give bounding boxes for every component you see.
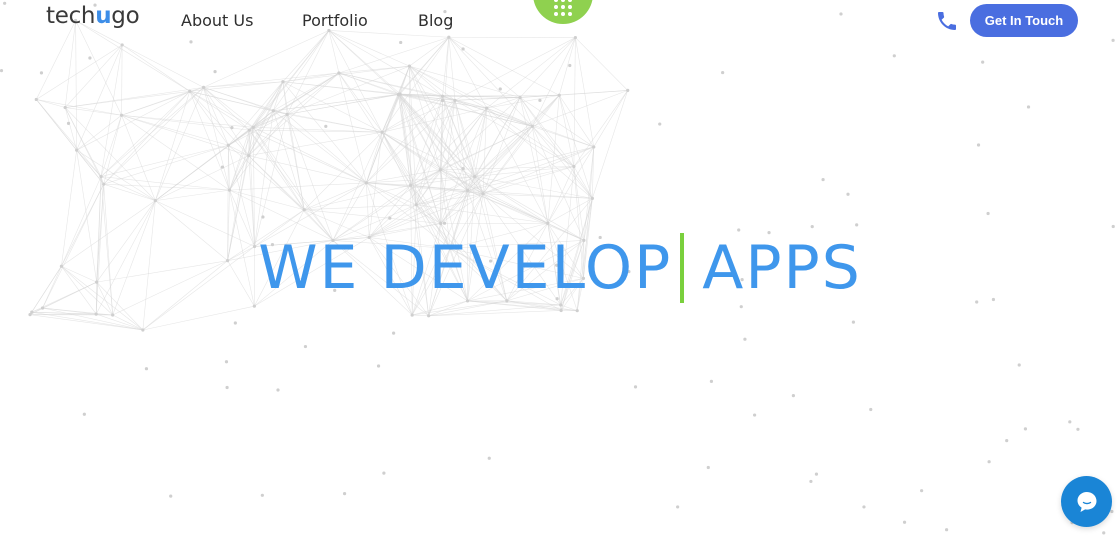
hero-section: WE DEVELOP APPS <box>0 232 1120 304</box>
get-in-touch-button[interactable]: Get In Touch <box>970 4 1078 37</box>
site-header: techugo About Us Portfolio Blog Get In T… <box>0 0 1120 42</box>
nav-about-us[interactable]: About Us <box>181 11 253 30</box>
menu-toggle-button[interactable] <box>533 0 593 24</box>
chat-widget-button[interactable] <box>1061 476 1112 527</box>
logo-suffix: go <box>111 3 140 29</box>
nav-portfolio[interactable]: Portfolio <box>302 11 368 30</box>
logo[interactable]: techugo <box>46 3 140 29</box>
hero-text-after: APPS <box>702 233 862 303</box>
phone-icon[interactable] <box>935 9 959 33</box>
nav-blog[interactable]: Blog <box>418 11 453 30</box>
hero-text-before: WE DEVELOP <box>258 233 673 303</box>
logo-highlight: u <box>95 3 112 29</box>
logo-prefix: tech <box>46 3 96 29</box>
hero-headline: WE DEVELOP APPS <box>258 233 862 303</box>
typing-cursor <box>680 233 685 303</box>
chat-bubble-icon <box>1077 491 1096 512</box>
grid-dots-icon <box>554 0 572 16</box>
